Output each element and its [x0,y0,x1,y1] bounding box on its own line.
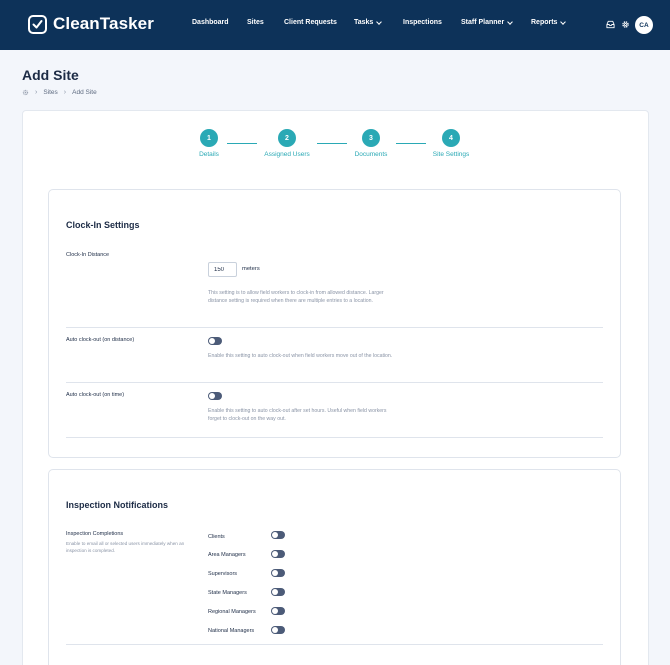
chevron-down-icon [507,18,514,25]
auto-clock-out-distance-label: Auto clock-out (on distance) [66,337,135,343]
toggle-knob [272,570,278,576]
auto-clock-out-time-label: Auto clock-out (on time) [66,392,125,398]
role-regional-managers-toggle[interactable] [271,607,285,615]
checkmark-logo-icon [28,14,47,34]
nav-inspections[interactable]: Inspections [403,19,442,26]
nav-dashboard[interactable]: Dashboard [192,19,229,26]
nav-client-requests[interactable]: Client Requests [284,19,337,26]
top-nav: CleanTasker Dashboard Sites Client Reque… [0,0,670,50]
gear-icon[interactable] [621,20,630,29]
auto-clock-out-time-help: Enable this setting to auto clock-out af… [208,408,387,423]
step-connector [317,143,347,144]
toggle-knob [209,338,215,344]
step-1-label[interactable]: Details [199,151,219,158]
role-area-managers-toggle[interactable] [271,550,285,558]
step-1-circle[interactable]: 1 [200,129,218,147]
divider [66,437,603,438]
inspection-completions-help: Enable to email all or selected users im… [66,541,185,553]
inbox-icon[interactable] [606,20,615,29]
role-state-managers-label: State Managers [208,590,247,596]
role-national-managers-toggle[interactable] [271,626,285,634]
role-area-managers-label: Area Managers [208,552,246,558]
auto-clock-out-time-toggle[interactable] [208,392,222,400]
step-3-circle[interactable]: 3 [362,129,380,147]
clock-in-settings-title: Clock-In Settings [66,220,140,230]
settings-home-icon[interactable] [22,89,29,96]
nav-tasks[interactable]: Tasks [354,18,383,26]
role-supervisors-label: Supervisors [208,571,238,577]
auto-clock-out-distance-help: Enable this setting to auto clock-out wh… [208,353,393,359]
step-2-label[interactable]: Assigned Users [264,151,310,158]
divider [66,644,603,645]
chevron-down-icon [376,18,383,25]
toggle-knob [272,589,278,595]
step-4-label[interactable]: Site Settings [433,151,470,158]
page-title: Add Site [22,67,79,83]
role-regional-managers-label: Regional Managers [208,609,256,615]
inspection-notifications-title: Inspection Notifications [66,500,169,510]
breadcrumb-add-site: Add Site [72,89,97,96]
step-connector [396,143,426,144]
breadcrumb-sites[interactable]: Sites [43,89,57,96]
inspection-notifications-card [48,469,621,665]
step-3-label[interactable]: Documents [355,151,388,158]
role-national-managers-label: National Managers [208,628,255,634]
nav-sites[interactable]: Sites [247,19,264,26]
toggle-knob [272,532,278,538]
nav-staff-planner[interactable]: Staff Planner [461,18,514,26]
role-state-managers-toggle[interactable] [271,588,285,596]
role-clients-label: Clients [208,534,225,540]
clock-in-distance-help: This setting is to allow field workers t… [208,290,384,305]
clock-in-distance-input[interactable] [208,262,237,277]
divider [66,382,603,383]
auto-clock-out-distance-toggle[interactable] [208,337,222,345]
breadcrumb-separator-icon: › [63,89,67,96]
logo[interactable]: CleanTasker [28,14,154,34]
toggle-knob [272,551,278,557]
inspection-completions-label: Inspection Completions [66,531,124,537]
avatar[interactable]: CA [635,16,653,34]
step-connector [227,143,257,144]
divider [66,327,603,328]
breadcrumb-separator-icon: › [35,89,38,96]
nav-reports[interactable]: Reports [531,18,567,26]
step-4-circle[interactable]: 4 [442,129,460,147]
role-clients-toggle[interactable] [271,531,285,539]
distance-unit: meters [242,266,260,272]
role-supervisors-toggle[interactable] [271,569,285,577]
app-name: CleanTasker [53,14,154,33]
clock-in-distance-label: Clock-In Distance [66,252,110,258]
step-2-circle[interactable]: 2 [278,129,296,147]
toggle-knob [272,608,278,614]
chevron-down-icon [560,18,567,25]
breadcrumb: › Sites › Add Site [22,89,97,96]
toggle-knob [272,627,278,633]
toggle-knob [209,393,215,399]
